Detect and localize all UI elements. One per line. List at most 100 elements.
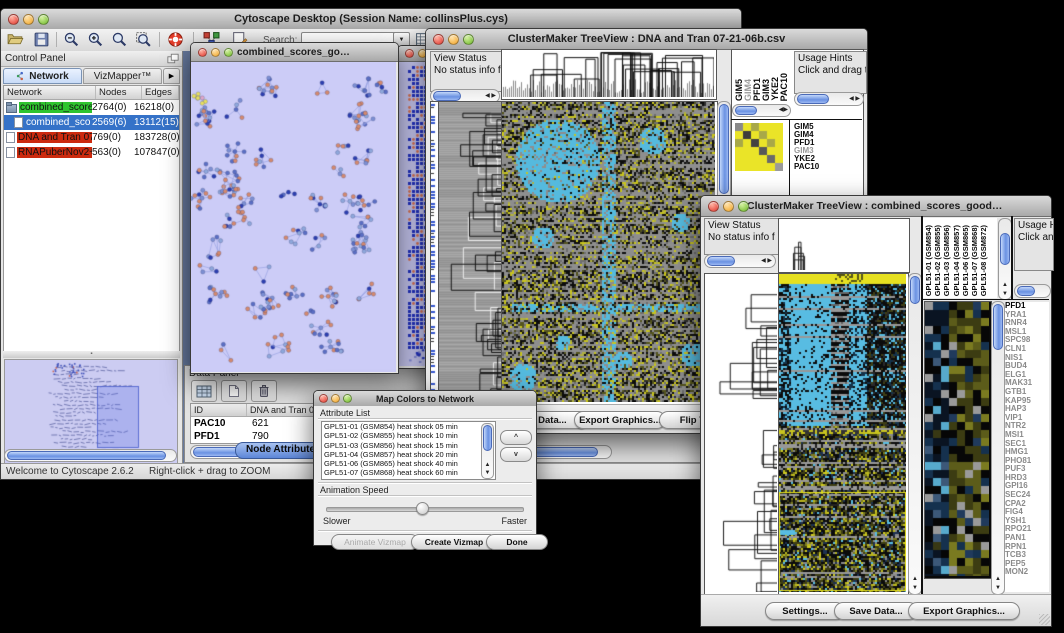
- save-icon[interactable]: [33, 31, 50, 48]
- tv2-column-dendrogram-canvas[interactable]: [779, 219, 907, 270]
- tv2-status-hscrollbar[interactable]: ◀ ▶: [704, 254, 776, 268]
- column-label[interactable]: GPL51-03 (GSM856): [943, 225, 952, 296]
- close-icon[interactable]: [405, 49, 414, 58]
- zoom-window-icon[interactable]: [738, 201, 749, 212]
- tv1-action-button[interactable]: Export Graphics...: [574, 411, 666, 429]
- list-vscrollbar[interactable]: ▲ ▼: [481, 423, 494, 479]
- scrollbar-thumb[interactable]: [719, 104, 729, 194]
- tv2-column-dendrogram[interactable]: [778, 218, 910, 273]
- zoom-fit-icon[interactable]: [111, 31, 128, 48]
- scrollbar-thumb[interactable]: [910, 276, 920, 304]
- dialog-action-button[interactable]: Animate Vizmap: [331, 534, 419, 550]
- network-overview-canvas[interactable]: [5, 360, 175, 462]
- new-attribute-icon[interactable]: [221, 380, 247, 402]
- minimize-icon[interactable]: [331, 394, 340, 403]
- close-icon[interactable]: [708, 201, 719, 212]
- help-lifebuoy-icon[interactable]: [167, 31, 184, 48]
- scroll-up-icon[interactable]: ▲: [1002, 282, 1008, 288]
- scrollbar-thumb[interactable]: [7, 451, 166, 460]
- tab-network[interactable]: Network: [3, 68, 82, 84]
- tv2-row-dendrogram-canvas[interactable]: [705, 274, 777, 592]
- network-list-row[interactable]: combined_scores 2764(0) 16218(0): [4, 100, 179, 115]
- tv1-heatmap[interactable]: [501, 101, 718, 405]
- network-list-row[interactable]: combined_sco 2569(6) 13112(15): [4, 115, 179, 130]
- tv2-action-button[interactable]: Export Graphics...: [908, 602, 1020, 620]
- close-icon[interactable]: [433, 34, 444, 45]
- scroll-down-icon[interactable]: ▼: [995, 585, 1001, 591]
- minimize-icon[interactable]: [211, 48, 220, 57]
- main-titlebar[interactable]: Cytoscape Desktop (Session Name: collins…: [1, 9, 741, 30]
- column-label[interactable]: GPL51-08 (GSM872): [980, 225, 989, 296]
- resize-grip[interactable]: [1039, 614, 1050, 625]
- tab-vizmapper[interactable]: VizMapper™: [83, 68, 162, 84]
- float-panel-icon[interactable]: [167, 53, 179, 64]
- tv1-zoom-heatmap[interactable]: [735, 123, 783, 171]
- scrollbar-thumb[interactable]: [483, 425, 492, 451]
- dialog-action-button[interactable]: Create Vizmap: [411, 534, 497, 550]
- col-nodes[interactable]: Nodes: [96, 86, 142, 99]
- scroll-down-icon[interactable]: ▼: [912, 585, 918, 591]
- zoom-window-icon[interactable]: [463, 34, 474, 45]
- tv2-hints-hscrollbar[interactable]: [1014, 284, 1051, 298]
- scroll-down-icon[interactable]: ▼: [1002, 291, 1008, 297]
- gene-label[interactable]: MON2: [1005, 568, 1049, 577]
- scrollbar-thumb[interactable]: [707, 256, 735, 266]
- zoom-selected-icon[interactable]: [135, 31, 152, 48]
- slider-thumb[interactable]: [416, 502, 429, 515]
- panel-splitter[interactable]: ▪: [3, 351, 180, 358]
- scrollbar-thumb[interactable]: [735, 106, 757, 115]
- move-up-button[interactable]: ^: [500, 430, 532, 445]
- zoom-in-icon[interactable]: [87, 31, 104, 48]
- scroll-up-icon[interactable]: ▲: [912, 576, 918, 582]
- scroll-arrows-icon[interactable]: ◀ ▶: [761, 258, 772, 264]
- scroll-up-icon[interactable]: ▲: [995, 576, 1001, 582]
- treeview1-titlebar[interactable]: ClusterMaker TreeView : DNA and Tran 07-…: [426, 29, 867, 50]
- scroll-arrows-icon[interactable]: ◀ ▶: [485, 93, 496, 99]
- control-panel-hscrollbar[interactable]: [4, 449, 177, 462]
- col-edges[interactable]: Edges: [142, 86, 179, 99]
- zoom-out-icon[interactable]: [63, 31, 80, 48]
- tab-overflow-icon[interactable]: ▶: [163, 68, 180, 84]
- dialog-action-button[interactable]: Done: [486, 534, 548, 550]
- tv2-global-vscrollbar[interactable]: ▲ ▼: [908, 273, 922, 595]
- scrollbar-thumb[interactable]: [993, 304, 1003, 350]
- tv2-detail-vscrollbar[interactable]: ▲ ▼: [991, 301, 1005, 595]
- close-icon[interactable]: [198, 48, 207, 57]
- scrollbar-thumb[interactable]: [433, 91, 461, 101]
- tv1-zoom-hscrollbar[interactable]: ◀▶: [732, 104, 791, 117]
- col-id[interactable]: ID: [191, 404, 247, 416]
- tv1-hints-hscrollbar[interactable]: ◀ ▶: [794, 92, 864, 106]
- move-down-button[interactable]: v: [500, 447, 532, 462]
- scrollbar-thumb[interactable]: [1000, 233, 1010, 265]
- tv1-zoom-heatmap-canvas[interactable]: [735, 123, 783, 171]
- tv1-column-dendrogram-canvas[interactable]: [502, 50, 714, 97]
- select-attributes-icon[interactable]: [191, 380, 217, 402]
- tv2-detail-heatmap[interactable]: [924, 301, 992, 579]
- row-label[interactable]: PAC10: [794, 163, 819, 171]
- minimize-icon[interactable]: [723, 201, 734, 212]
- network-view-titlebar[interactable]: combined_scores_good.txt--cluste...: [191, 43, 398, 62]
- zoom-window-icon[interactable]: [224, 48, 233, 57]
- attribute-item[interactable]: GPL51-03 (GSM856) heat shock 15 min: [322, 441, 495, 450]
- scroll-arrows-icon[interactable]: ◀ ▶: [849, 96, 860, 102]
- zoom-window-icon[interactable]: [343, 394, 352, 403]
- scroll-down-icon[interactable]: ▼: [485, 470, 491, 476]
- tv1-heatmap-canvas[interactable]: [502, 102, 715, 402]
- treeview2-titlebar[interactable]: ClusterMaker TreeView : combined_scores_…: [701, 196, 1051, 217]
- tv2-action-button[interactable]: Save Data...: [834, 602, 918, 620]
- minimize-icon[interactable]: [23, 14, 34, 25]
- close-icon[interactable]: [319, 394, 328, 403]
- scroll-up-icon[interactable]: ▲: [485, 462, 491, 468]
- tv1-row-dendrogram-canvas[interactable]: [439, 102, 501, 402]
- attribute-item[interactable]: GPL51-04 (GSM857) heat shock 20 min: [322, 450, 495, 459]
- column-label[interactable]: PAC10: [780, 73, 789, 101]
- scroll-arrows-icon[interactable]: ◀▶: [779, 107, 788, 113]
- tv2-detail-heatmap-canvas[interactable]: [925, 302, 989, 576]
- tv2-row-dendrogram[interactable]: [704, 273, 780, 595]
- zoom-window-icon[interactable]: [38, 14, 49, 25]
- tv1-column-dendrogram[interactable]: [501, 49, 717, 100]
- minimize-icon[interactable]: [448, 34, 459, 45]
- open-file-icon[interactable]: [7, 31, 24, 48]
- attribute-item[interactable]: GPL51-01 (GSM854) heat shock 05 min: [322, 422, 495, 431]
- tv1-row-dendrogram[interactable]: [438, 101, 504, 405]
